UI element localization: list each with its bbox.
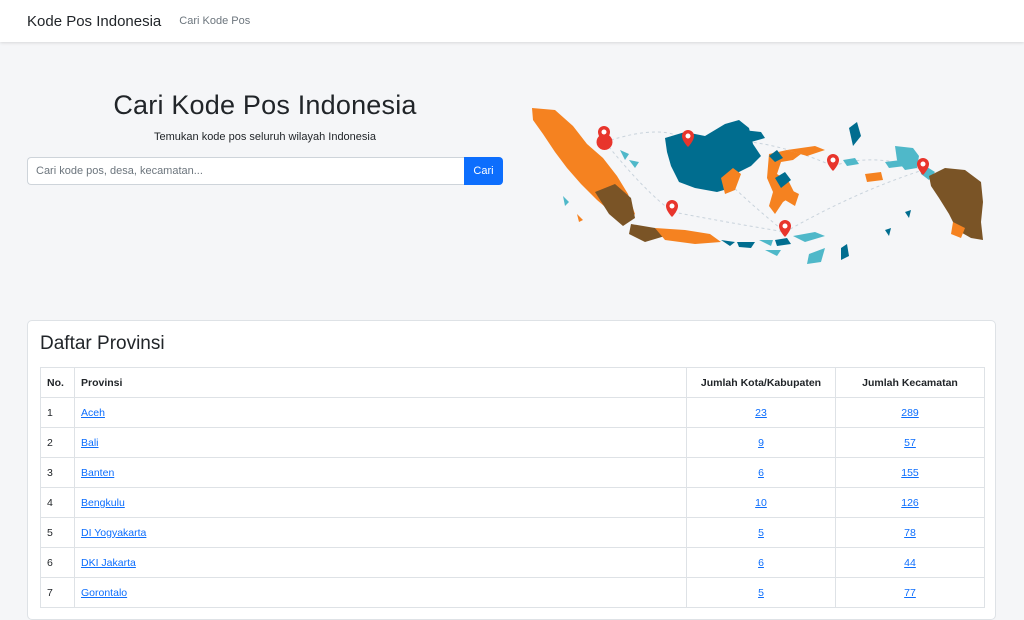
row-number: 3 [40, 457, 75, 488]
kecamatan-count-link[interactable]: 78 [904, 527, 916, 539]
table-row: 4 Bengkulu 10 126 [40, 487, 985, 518]
hero-content: Cari Kode Pos Indonesia Temukan kode pos… [27, 90, 503, 185]
kota-count-link[interactable]: 5 [758, 587, 764, 599]
hero-title: Cari Kode Pos Indonesia [113, 90, 417, 120]
table-header-row: No. Provinsi Jumlah Kota/Kabupaten Jumla… [40, 367, 985, 398]
table-row: 2 Bali 9 57 [40, 427, 985, 458]
header-provinsi: Provinsi [74, 367, 687, 398]
row-number: 4 [40, 487, 75, 518]
province-list-card: Daftar Provinsi No. Provinsi Jumlah Kota… [27, 320, 996, 620]
kota-count-link[interactable]: 6 [758, 467, 764, 479]
province-link[interactable]: DI Yogyakarta [81, 527, 146, 539]
kecamatan-count-link[interactable]: 155 [901, 467, 919, 479]
row-number: 5 [40, 517, 75, 548]
kota-count-link[interactable]: 10 [755, 497, 767, 509]
kecamatan-count-link[interactable]: 289 [901, 407, 919, 419]
header-no: No. [40, 367, 75, 398]
header-jumlah-kota: Jumlah Kota/Kabupaten [686, 367, 836, 398]
province-link[interactable]: Banten [81, 467, 114, 479]
kecamatan-count-link[interactable]: 57 [904, 437, 916, 449]
kota-count-link[interactable]: 6 [758, 557, 764, 569]
province-link[interactable]: Bali [81, 437, 99, 449]
brand-link[interactable]: Kode Pos Indonesia [27, 13, 161, 30]
row-number: 7 [40, 577, 75, 608]
province-link[interactable]: Bengkulu [81, 497, 125, 509]
kecamatan-count-link[interactable]: 77 [904, 587, 916, 599]
province-list-title: Daftar Provinsi [40, 333, 165, 354]
row-number: 1 [40, 397, 75, 428]
row-number: 2 [40, 427, 75, 458]
table-row: 5 DI Yogyakarta 5 78 [40, 517, 985, 548]
table-row: 1 Aceh 23 289 [40, 397, 985, 428]
kecamatan-count-link[interactable]: 126 [901, 497, 919, 509]
province-link[interactable]: Gorontalo [81, 587, 127, 599]
search-button[interactable]: Cari [464, 157, 503, 185]
kota-count-link[interactable]: 9 [758, 437, 764, 449]
header-jumlah-kecamatan: Jumlah Kecamatan [835, 367, 985, 398]
table-row: 3 Banten 6 155 [40, 457, 985, 488]
province-table: No. Provinsi Jumlah Kota/Kabupaten Jumla… [40, 367, 985, 608]
hero-section: Cari Kode Pos Indonesia Temukan kode pos… [0, 42, 1024, 322]
search-input[interactable] [27, 157, 464, 185]
nav-link-cari-kode-pos[interactable]: Cari Kode Pos [179, 15, 250, 27]
table-row: 7 Gorontalo 5 77 [40, 577, 985, 608]
row-number: 6 [40, 547, 75, 578]
navbar: Kode Pos Indonesia Cari Kode Pos [0, 0, 1024, 42]
indonesia-map-illustration [532, 108, 983, 264]
kota-count-link[interactable]: 23 [755, 407, 767, 419]
table-row: 6 DKI Jakarta 6 44 [40, 547, 985, 578]
province-link[interactable]: Aceh [81, 407, 105, 419]
kota-count-link[interactable]: 5 [758, 527, 764, 539]
kecamatan-count-link[interactable]: 44 [904, 557, 916, 569]
hero-subtitle: Temukan kode pos seluruh wilayah Indones… [154, 131, 376, 143]
search-form: Cari [27, 157, 503, 185]
province-link[interactable]: DKI Jakarta [81, 557, 136, 569]
